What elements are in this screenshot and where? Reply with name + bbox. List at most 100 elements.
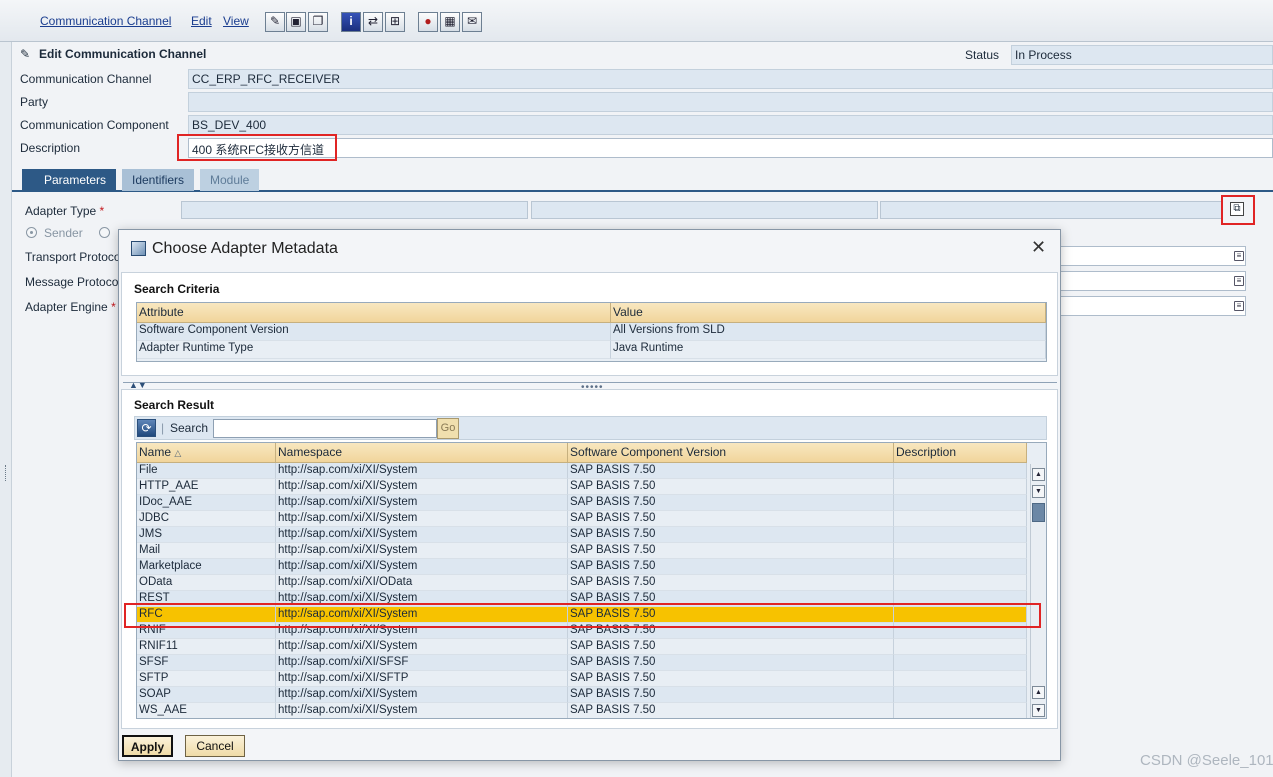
table-row[interactable]: OData http://sap.com/xi/XI/OData SAP BASIS… <box>137 575 1046 591</box>
row-description-cell <box>894 639 1027 655</box>
adapter-type-version-field[interactable] <box>880 201 1223 219</box>
row-description-cell <box>894 527 1027 543</box>
criteria-header-attribute: Attribute <box>137 303 611 323</box>
row-name-cell: Marketplace <box>137 559 276 575</box>
party-field <box>188 92 1273 112</box>
row-namespace-cell: http://sap.com/xi/XI/System <box>276 559 568 575</box>
table-row[interactable]: Marketplace http://sap.com/xi/XI/System SA… <box>137 559 1046 575</box>
criteria-attribute-cell: Software Component Version <box>137 323 611 341</box>
row-name-cell: Mail <box>137 543 276 559</box>
description-label: Description <box>20 141 81 155</box>
criteria-row[interactable]: Adapter Runtime Type Java Runtime <box>137 341 1046 359</box>
sender-radio[interactable] <box>26 227 37 238</box>
edit-pencil-icon: ✎ <box>20 47 31 61</box>
scroll-page-up-icon[interactable]: ▲ <box>1032 686 1045 699</box>
script-icon[interactable]: ✉ <box>462 12 482 32</box>
row-description-cell <box>894 495 1027 511</box>
menu-edit[interactable]: Edit <box>191 14 212 28</box>
table-row[interactable]: Mail http://sap.com/xi/XI/System SAP BASIS… <box>137 543 1046 559</box>
table-row[interactable]: HTTP_AAE http://sap.com/xi/XI/System SAP B… <box>137 479 1046 495</box>
adapter-type-name-field[interactable] <box>181 201 528 219</box>
result-header-namespace[interactable]: Namespace <box>276 443 568 463</box>
menu-toolbar: Communication Channel Edit View ✎ ▣ ❐ i … <box>0 0 1273 42</box>
adapter-engine-select[interactable]: ≡ <box>1058 296 1246 316</box>
copy-icon[interactable]: ❐ <box>308 12 328 32</box>
refresh-icon[interactable]: ⟳ <box>137 419 156 437</box>
menu-communication-channel[interactable]: Communication Channel <box>40 14 171 28</box>
row-version-cell: SAP BASIS 7.50 <box>568 495 894 511</box>
row-version-cell: SAP BASIS 7.50 <box>568 655 894 671</box>
search-input[interactable] <box>213 419 437 438</box>
info-icon[interactable]: i <box>341 12 361 32</box>
row-version-cell: SAP BASIS 7.50 <box>568 607 894 623</box>
message-protocol-select[interactable]: ≡ <box>1058 271 1246 291</box>
row-name-cell: SOAP <box>137 687 276 703</box>
row-version-cell: SAP BASIS 7.50 <box>568 591 894 607</box>
table-row[interactable]: RNIF11 http://sap.com/xi/XI/System SAP BAS… <box>137 639 1046 655</box>
page-title: Edit Communication Channel <box>39 47 207 61</box>
criteria-row[interactable]: Software Component Version All Versions … <box>137 323 1046 341</box>
panel-resize-handle[interactable] <box>5 465 7 481</box>
where-used-icon[interactable]: ⇄ <box>363 12 383 32</box>
table-row[interactable]: JDBC http://sap.com/xi/XI/System SAP BASIS… <box>137 511 1046 527</box>
table-row[interactable]: SFTP http://sap.com/xi/XI/SFTP SAP BASIS 7… <box>137 671 1046 687</box>
table-row[interactable]: REST http://sap.com/xi/XI/System SAP BASIS… <box>137 591 1046 607</box>
table-row[interactable]: RFC http://sap.com/xi/XI/System SAP BASIS … <box>137 607 1046 623</box>
scroll-down-icon[interactable]: ▼ <box>1032 485 1045 498</box>
toolbar-separator: | <box>161 421 165 435</box>
left-navigation-strip <box>0 42 12 777</box>
value-help-icon[interactable]: ⧉ <box>1230 202 1244 216</box>
search-toolbar: ⟳ | Search Go <box>134 416 1047 440</box>
edit-icon[interactable]: ✎ <box>265 12 285 32</box>
search-criteria-panel: Search Criteria Attribute Value Software… <box>121 272 1058 376</box>
row-namespace-cell: http://sap.com/xi/XI/OData <box>276 575 568 591</box>
row-version-cell: SAP BASIS 7.50 <box>568 575 894 591</box>
row-name-cell: OData <box>137 575 276 591</box>
result-scrollbar[interactable]: ▲ ▼ ▲ ▼ <box>1030 464 1045 718</box>
table-row[interactable]: SOAP http://sap.com/xi/XI/System SAP BASIS… <box>137 687 1046 703</box>
row-name-cell: SFSF <box>137 655 276 671</box>
tree-icon[interactable]: ⊞ <box>385 12 405 32</box>
transport-protocol-label: Transport Protoco <box>25 250 121 264</box>
row-description-cell <box>894 671 1027 687</box>
scroll-thumb[interactable] <box>1032 503 1045 522</box>
scroll-page-down-icon[interactable]: ▼ <box>1032 704 1045 717</box>
criteria-value-cell: All Versions from SLD <box>611 323 1046 341</box>
menu-view[interactable]: View <box>223 14 249 28</box>
close-icon[interactable]: ✕ <box>1031 237 1046 257</box>
table-icon[interactable]: ▦ <box>440 12 460 32</box>
table-row[interactable]: RNIF http://sap.com/xi/XI/System SAP BASIS… <box>137 623 1046 639</box>
message-protocol-label: Message Protoco <box>25 275 119 289</box>
row-name-cell: WS_AAE <box>137 703 276 718</box>
cancel-button[interactable]: Cancel <box>185 735 245 757</box>
table-row[interactable]: File http://sap.com/xi/XI/System SAP BASIS… <box>137 463 1046 479</box>
tab-module[interactable]: Module <box>200 169 260 191</box>
adapter-type-namespace-field[interactable] <box>531 201 878 219</box>
row-version-cell: SAP BASIS 7.50 <box>568 623 894 639</box>
apply-button[interactable]: Apply <box>122 735 173 757</box>
scroll-up-icon[interactable]: ▲ <box>1032 468 1045 481</box>
table-row[interactable]: SFSF http://sap.com/xi/XI/SFSF SAP BASIS 7… <box>137 655 1046 671</box>
result-header-description[interactable]: Description <box>894 443 1027 463</box>
receiver-radio[interactable] <box>99 227 110 238</box>
description-input[interactable]: 400 系统RFC接收方信道 <box>188 138 1273 158</box>
tab-parameters[interactable]: Parameters <box>22 169 117 191</box>
table-row[interactable]: WS_AAE http://sap.com/xi/XI/System SAP BAS… <box>137 703 1046 718</box>
channel-label: Communication Channel <box>20 72 152 86</box>
go-button[interactable]: Go <box>437 418 459 439</box>
dropdown-icon: ≡ <box>1234 251 1244 261</box>
tab-identifiers[interactable]: Identifiers <box>122 169 195 191</box>
result-header-name[interactable]: Name △ <box>137 443 276 463</box>
stop-icon[interactable]: ● <box>418 12 438 32</box>
row-version-cell: SAP BASIS 7.50 <box>568 703 894 718</box>
party-label: Party <box>20 95 49 109</box>
table-row[interactable]: JMS http://sap.com/xi/XI/System SAP BASIS … <box>137 527 1046 543</box>
transport-protocol-select[interactable]: ≡ <box>1058 246 1246 266</box>
row-name-cell: JDBC <box>137 511 276 527</box>
result-header-version[interactable]: Software Component Version <box>568 443 894 463</box>
row-description-cell <box>894 703 1027 718</box>
row-namespace-cell: http://sap.com/xi/XI/System <box>276 703 568 718</box>
row-description-cell <box>894 543 1027 559</box>
table-row[interactable]: IDoc_AAE http://sap.com/xi/XI/System SAP B… <box>137 495 1046 511</box>
save-icon[interactable]: ▣ <box>286 12 306 32</box>
